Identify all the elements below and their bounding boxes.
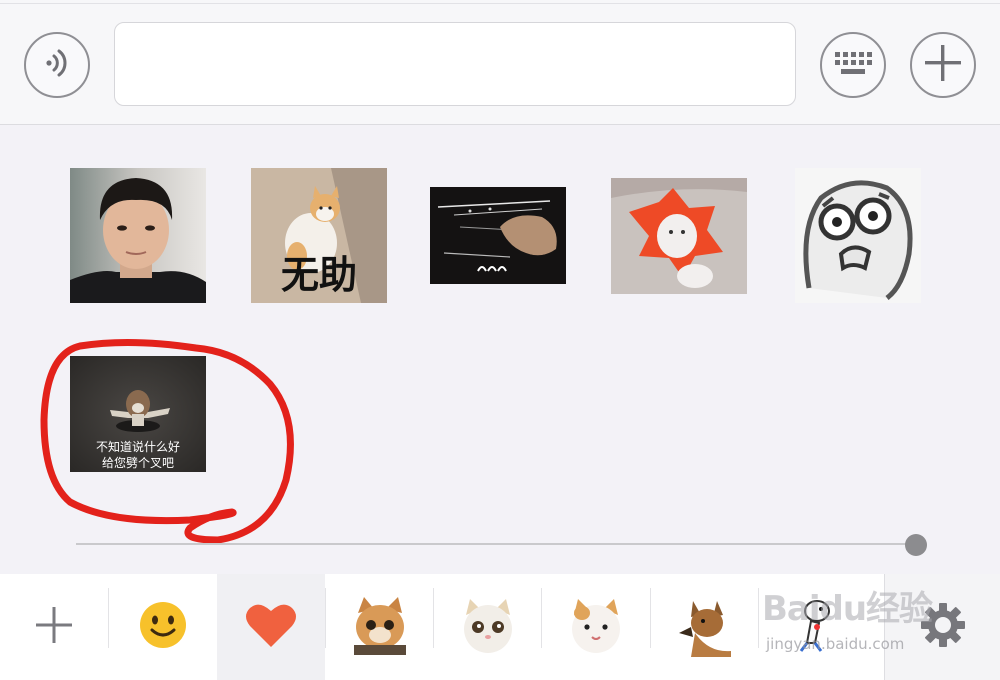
add-button[interactable] [910,32,976,98]
smiley-icon [138,600,188,654]
sticker-man-portrait[interactable] [70,168,206,303]
cartoon-dog-icon [781,593,845,661]
divider [0,3,1000,4]
sticker-pack-2[interactable] [434,574,542,680]
sticker-caption-line2: 给您劈个叉吧 [101,456,174,470]
dog-icon [673,593,737,661]
message-input[interactable] [114,22,796,106]
sticker-caption: 无助 [280,253,357,297]
cat-white-icon [456,593,520,661]
plus-icon [34,605,74,649]
voice-button[interactable] [24,32,90,98]
keyboard-button[interactable] [820,32,886,98]
sticker-dog-gesture[interactable]: 不知道说什么好 给您劈个叉吧 [70,356,206,472]
sticker-shocked-face[interactable] [795,168,921,303]
input-bar [0,0,1000,125]
sticker-pack-5[interactable] [759,574,867,680]
sticker-caption-line1: 不知道说什么好 [95,440,180,454]
heart-icon [244,601,298,653]
gear-icon [920,602,966,652]
page-slider-track[interactable] [76,543,916,545]
cat-calico-icon [564,593,628,661]
favorites-tab[interactable] [217,574,325,680]
sticker-cat-red-hood[interactable] [611,178,747,294]
sticker-settings-button[interactable] [884,574,1000,680]
sticker-cat-paw-dark[interactable] [430,187,566,284]
sticker-pack-3[interactable] [542,574,650,680]
add-tab[interactable] [0,574,108,680]
sticker-pack-1[interactable] [326,574,434,680]
voice-icon [40,46,74,84]
page-slider-thumb[interactable] [905,534,927,556]
sticker-cat-helpless[interactable]: 无助 [251,168,387,303]
emoji-tab[interactable] [109,574,217,680]
plus-icon [923,43,963,87]
cat-orange-icon [348,593,412,661]
sticker-pack-4[interactable] [651,574,759,680]
keyboard-icon [833,49,873,81]
sticker-tab-bar [0,574,1000,680]
